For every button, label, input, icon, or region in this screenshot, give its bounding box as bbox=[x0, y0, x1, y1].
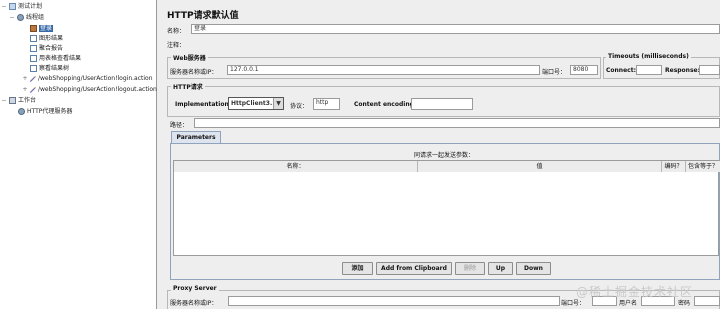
proxy-title: Proxy Server bbox=[171, 285, 219, 292]
thread-group-icon bbox=[17, 14, 24, 21]
tree-node-proxy[interactable]: HTTP代理服务器 bbox=[18, 107, 72, 116]
down-button[interactable]: Down bbox=[516, 262, 551, 275]
listener-icon bbox=[30, 65, 37, 72]
proxy-icon bbox=[18, 108, 25, 115]
params-table-header: 名称： 值 编码？ 包含等于？ bbox=[174, 161, 720, 172]
column-header-value[interactable]: 值 bbox=[418, 161, 662, 172]
port-label: 端口号： bbox=[542, 69, 567, 76]
implementation-select[interactable]: HttpClient3.1 ▼ bbox=[228, 97, 284, 110]
tree-node-listener[interactable]: 用表格查看结果 bbox=[30, 54, 81, 63]
tree-node-thread-group[interactable]: 线程组 bbox=[17, 13, 44, 22]
tree-node-listener[interactable]: 察看结果树 bbox=[30, 64, 69, 73]
workbench-icon bbox=[9, 97, 16, 104]
tree-node-sampler[interactable]: /webShopping/UserAction!logout.action bbox=[29, 85, 157, 94]
tree-node-workbench[interactable]: 工作台 bbox=[9, 96, 36, 105]
tree-node-listener[interactable]: 聚合报告 bbox=[30, 44, 63, 53]
column-header-encode[interactable]: 编码？ bbox=[662, 161, 686, 172]
tree-node-test-plan[interactable]: 测试计划 bbox=[9, 2, 42, 11]
sampler-pen-icon bbox=[29, 75, 36, 82]
expand-toggle-icon[interactable]: − bbox=[1, 4, 7, 10]
tree-node-selected[interactable]: 登录 bbox=[30, 24, 54, 33]
test-plan-icon bbox=[9, 3, 16, 10]
params-table-title: 同请求一起发送参数： bbox=[414, 152, 475, 159]
path-field[interactable] bbox=[194, 118, 720, 128]
comment-label: 注释： bbox=[167, 42, 186, 49]
proxy-host-label: 服务器名称或IP： bbox=[170, 300, 218, 307]
encoding-label: Content encoding: bbox=[354, 101, 417, 108]
http-request-title: HTTP请求 bbox=[171, 82, 205, 91]
proxy-host-field[interactable] bbox=[228, 296, 560, 306]
response-label: Response: bbox=[665, 67, 700, 74]
expand-toggle-icon[interactable]: + bbox=[22, 76, 28, 82]
tree-node-sampler[interactable]: /webShopping/UserAction!login.action bbox=[29, 74, 153, 83]
implementation-label: Implementation: bbox=[175, 101, 232, 108]
up-button[interactable]: Up bbox=[488, 262, 513, 275]
column-header-name[interactable]: 名称： bbox=[174, 161, 418, 172]
expand-toggle-icon[interactable]: − bbox=[1, 98, 7, 104]
expand-toggle-icon[interactable]: + bbox=[22, 87, 28, 93]
config-element-icon bbox=[30, 25, 37, 32]
add-from-clipboard-button[interactable]: Add from Clipboard bbox=[376, 262, 452, 275]
sampler-pen-icon bbox=[29, 86, 36, 93]
protocol-label: 协议： bbox=[290, 103, 309, 110]
host-label: 服务器名称或IP： bbox=[170, 69, 218, 76]
path-label: 路径： bbox=[170, 122, 189, 129]
timeouts-title: Timeouts (milliseconds) bbox=[606, 53, 691, 60]
port-field[interactable]: 8080 bbox=[570, 65, 598, 75]
test-plan-tree[interactable]: − 测试计划 − 线程组 登录 图形结果 聚合报告 用表格查看结果 察看结果树 … bbox=[0, 0, 157, 309]
config-panel: HTTP请求默认值 名称： 登录 注释： Web服务器 服务器名称或IP： 12… bbox=[161, 0, 720, 309]
listener-icon bbox=[30, 35, 37, 42]
panel-title: HTTP请求默认值 bbox=[167, 11, 239, 21]
tab-parameters[interactable]: Parameters bbox=[171, 131, 221, 143]
delete-button[interactable]: 删除 bbox=[455, 262, 485, 275]
response-timeout-field[interactable] bbox=[699, 65, 720, 75]
connect-label: Connect: bbox=[606, 67, 636, 74]
name-field[interactable]: 登录 bbox=[191, 24, 720, 34]
listener-icon bbox=[30, 45, 37, 52]
listener-icon bbox=[30, 55, 37, 62]
connect-timeout-field[interactable] bbox=[636, 65, 662, 75]
tree-node-listener[interactable]: 图形结果 bbox=[30, 34, 63, 43]
name-label: 名称： bbox=[167, 28, 186, 35]
proxy-password-field[interactable] bbox=[694, 296, 720, 306]
params-table[interactable]: 名称： 值 编码？ 包含等于？ bbox=[173, 160, 720, 256]
webserver-title: Web服务器 bbox=[171, 53, 208, 62]
protocol-field[interactable]: http bbox=[313, 98, 340, 110]
column-header-include-equals[interactable]: 包含等于？ bbox=[686, 161, 720, 172]
add-button[interactable]: 添加 bbox=[342, 262, 373, 275]
encoding-field[interactable] bbox=[411, 98, 473, 110]
watermark-text: @稀土掘金技术社区 bbox=[576, 285, 694, 299]
parameters-panel: 同请求一起发送参数： 名称： 值 编码？ 包含等于？ 添加 Add from C… bbox=[170, 143, 720, 280]
chevron-down-icon[interactable]: ▼ bbox=[273, 98, 283, 109]
host-field[interactable]: 127.0.0.1 bbox=[227, 65, 540, 75]
expand-toggle-icon[interactable]: − bbox=[9, 15, 15, 21]
